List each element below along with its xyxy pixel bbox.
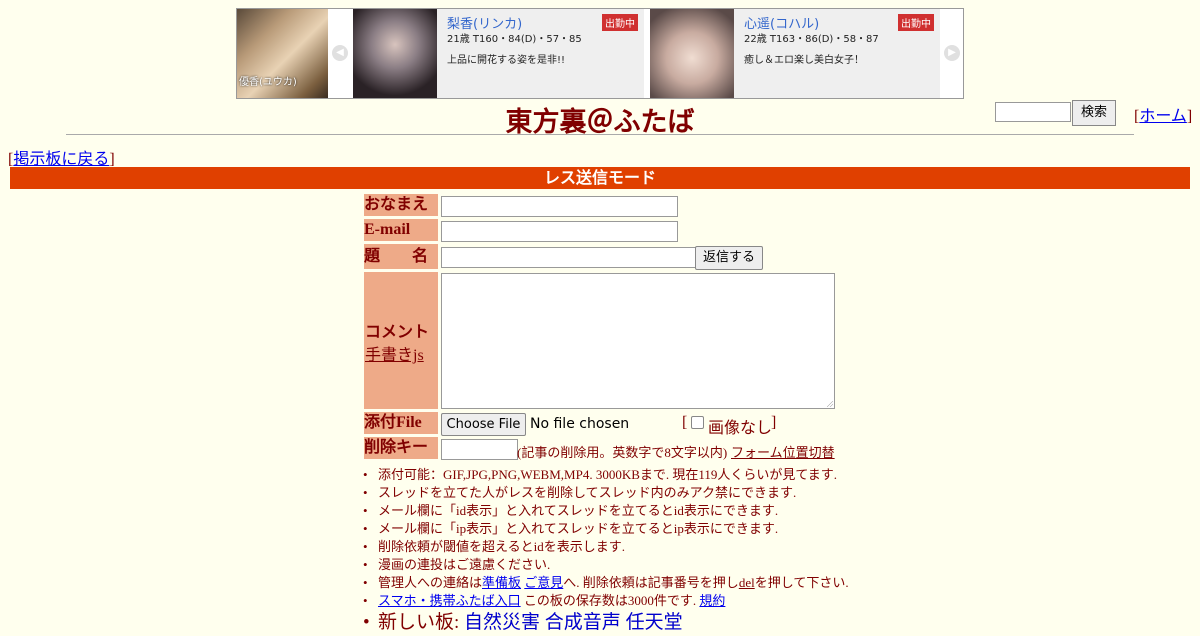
reply-mode-bar: レス送信モード bbox=[10, 167, 1190, 189]
comment-textarea[interactable] bbox=[441, 273, 835, 409]
prev-arrow-icon[interactable]: ◀ bbox=[332, 45, 348, 61]
junbi-board-link[interactable]: 準備板 bbox=[482, 575, 521, 590]
list-item: 新しい板: 自然災害 合成音声 任天堂 bbox=[362, 610, 849, 636]
note-text: この板の保存数は3000件です. bbox=[520, 593, 700, 608]
search-input[interactable] bbox=[995, 102, 1071, 122]
ad-card[interactable]: 心遥(コハル) 出勤中 22歳 T163・86(D)・58・87 癒し＆エロ楽し… bbox=[650, 9, 940, 98]
note-text: を押して下さい. bbox=[754, 575, 849, 590]
list-item: 管理人への連絡は準備板 ご意見へ. 削除依頼は記事番号を押しdelを押して下さい… bbox=[362, 574, 849, 592]
ad-card-photo bbox=[650, 9, 734, 98]
comment-label: コメント bbox=[365, 324, 430, 341]
submit-reply-button[interactable]: 返信する bbox=[695, 246, 763, 270]
delete-key-input[interactable] bbox=[441, 439, 518, 460]
email-input[interactable] bbox=[441, 221, 678, 242]
ad-card[interactable]: 梨香(リンカ) 出勤中 21歳 T160・84(D)・57・85 上品に開花する… bbox=[353, 9, 644, 98]
no-image-checkbox[interactable] bbox=[691, 416, 704, 429]
file-status: No file chosen bbox=[530, 416, 630, 432]
board-notes: 添付可能：GIF,JPG,PNG,WEBM,MP4. 3000KBまで. 現在1… bbox=[362, 466, 849, 636]
ad-card-catchphrase: 癒し＆エロ楽し美白女子！ bbox=[744, 55, 864, 66]
bracket: ] bbox=[1186, 108, 1193, 125]
ad-thumbnail-caption: 優香(ユウカ) bbox=[239, 77, 297, 88]
note-text: へ. 削除依頼は記事番号を押し bbox=[563, 575, 739, 590]
name-input[interactable] bbox=[441, 196, 678, 217]
ad-card-spec: 21歳 T160・84(D)・57・85 bbox=[447, 34, 582, 45]
resize-grip-icon[interactable] bbox=[827, 401, 833, 407]
home-link-wrapper: [ホーム] bbox=[1134, 102, 1192, 126]
status-badge: 出勤中 bbox=[898, 14, 934, 31]
ad-card-spec: 22歳 T163・86(D)・58・87 bbox=[744, 34, 879, 45]
divider bbox=[66, 134, 1134, 135]
list-item: スマホ・携帯ふたば入口 この板の保存数は3000件です. 規約 bbox=[362, 592, 849, 610]
email-label: E-mail bbox=[364, 219, 438, 241]
delete-key-label: 削除キー bbox=[364, 437, 438, 459]
list-item: 添付可能：GIF,JPG,PNG,WEBM,MP4. 3000KBまで. 現在1… bbox=[362, 466, 849, 484]
choose-file-button[interactable]: Choose File bbox=[441, 413, 526, 436]
bracket: [ bbox=[682, 414, 688, 431]
home-link[interactable]: ホーム bbox=[1139, 108, 1187, 125]
mobile-entrance-link[interactable]: スマホ・携帯ふたば入口 bbox=[378, 593, 521, 608]
no-image-label: 画像なし bbox=[708, 420, 773, 437]
name-label: おなまえ bbox=[364, 194, 438, 216]
list-item: スレッドを立てた人がレスを削除してスレッド内のみアク禁にできます. bbox=[362, 484, 849, 502]
feedback-link[interactable]: ご意見 bbox=[524, 575, 563, 590]
note-text: 管理人への連絡は bbox=[378, 575, 483, 590]
subject-label: 題 名 bbox=[364, 244, 438, 269]
ad-banner[interactable]: 優香(ユウカ) ◀ 梨香(リンカ) 出勤中 21歳 T160・84(D)・57・… bbox=[236, 8, 964, 99]
form-position-toggle-link[interactable]: フォーム位置切替 bbox=[731, 442, 835, 461]
ad-card-photo bbox=[353, 9, 437, 98]
delete-key-note: (記事の削除用。英数字で8文字以内) bbox=[517, 445, 728, 460]
ad-card-catchphrase: 上品に開花する姿を是非!! bbox=[447, 55, 566, 66]
bracket: ] bbox=[109, 151, 115, 168]
next-arrow-icon[interactable]: ▶ bbox=[944, 45, 960, 61]
terms-link[interactable]: 規約 bbox=[699, 593, 725, 608]
search-button[interactable]: 検索 bbox=[1072, 100, 1116, 126]
list-item: 削除依頼が閾値を超えるとidを表示します. bbox=[362, 538, 849, 556]
subject-input[interactable] bbox=[441, 247, 696, 268]
list-item: メール欄に「ip表示」と入れてスレッドを立てるとip表示にできます. bbox=[362, 520, 849, 538]
comment-label-cell: コメント 手書きjs bbox=[364, 272, 438, 409]
handwrite-link[interactable]: 手書きjs bbox=[365, 341, 424, 365]
bracket: ] bbox=[771, 414, 777, 431]
list-item: 漫画の連投はご遠慮ください. bbox=[362, 556, 849, 574]
back-link-wrapper: [掲示板に戻る] bbox=[8, 145, 115, 169]
file-label: 添付File bbox=[364, 412, 438, 434]
list-item: メール欄に「id表示」と入れてスレッドを立てるとid表示にできます. bbox=[362, 502, 849, 520]
back-to-board-link[interactable]: 掲示板に戻る bbox=[13, 151, 109, 168]
del-link[interactable]: del bbox=[739, 575, 755, 590]
ad-thumbnail[interactable]: 優香(ユウカ) bbox=[237, 9, 328, 98]
status-badge: 出勤中 bbox=[602, 14, 638, 31]
